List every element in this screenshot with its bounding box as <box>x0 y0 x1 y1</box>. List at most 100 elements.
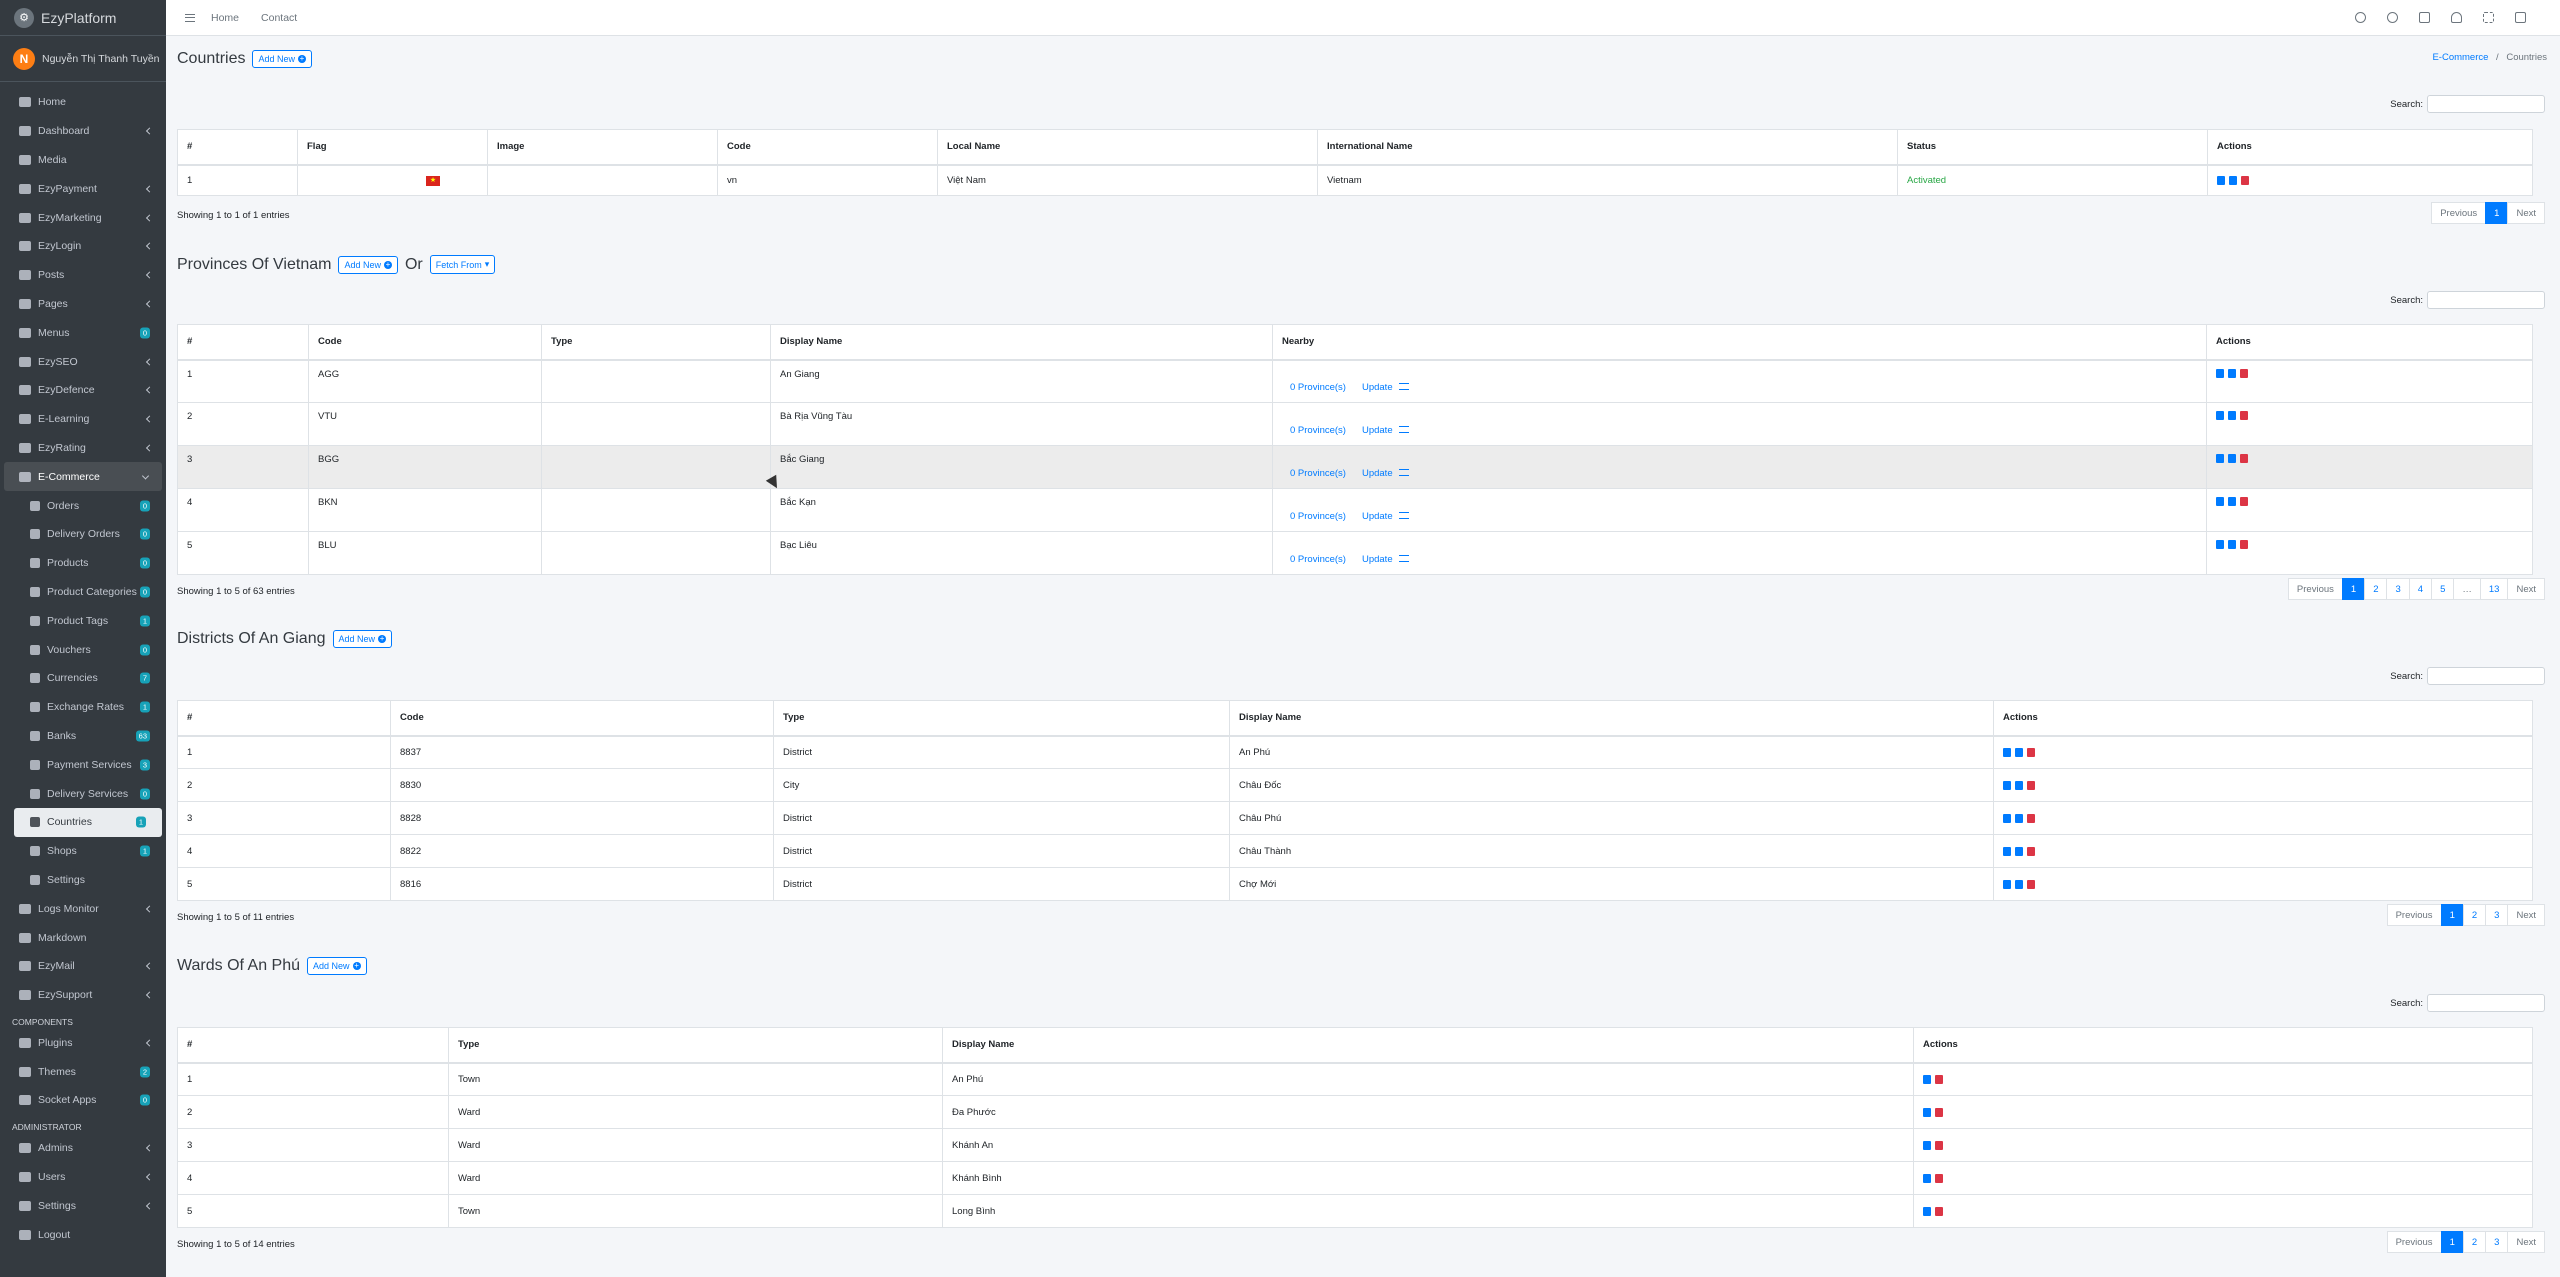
sidebar-item-vouchers[interactable]: Vouchers 0 <box>0 635 166 664</box>
page-next-button[interactable]: Next <box>2507 578 2545 600</box>
sidebar-item-socket-apps[interactable]: Socket Apps 0 <box>0 1086 166 1115</box>
sidebar-item-posts[interactable]: Posts <box>0 261 166 290</box>
brand[interactable]: ⚙ EzyPlatform <box>0 0 166 36</box>
edit-icon[interactable] <box>1923 1074 1931 1084</box>
sidebar-item-product-tags[interactable]: Product Tags 1 <box>0 606 166 635</box>
page-2-button[interactable]: 2 <box>2462 904 2487 926</box>
wards-search-input[interactable] <box>2427 994 2545 1012</box>
globe-icon[interactable] <box>2355 12 2366 23</box>
sidebar-item-exchange-rates[interactable]: Exchange Rates 1 <box>0 693 166 722</box>
pointer-view-icon[interactable] <box>2003 846 2011 856</box>
trash-icon[interactable] <box>1935 1107 1943 1117</box>
page-next-button[interactable]: Next <box>2507 202 2545 224</box>
pointer-view-icon[interactable] <box>2216 411 2224 420</box>
sidebar-item-ezydefence[interactable]: EzyDefence <box>0 376 166 405</box>
table-row[interactable]: 5 BLU Bạc Liêu 0 Province(s) Update <box>177 531 2533 575</box>
trash-icon[interactable] <box>1935 1074 1943 1084</box>
edit-icon[interactable] <box>2228 497 2236 506</box>
edit-icon[interactable] <box>2015 879 2023 889</box>
page-1-button[interactable]: 1 <box>2485 202 2509 224</box>
sidebar-item-logs-monitor[interactable]: Logs Monitor <box>0 894 166 923</box>
trash-icon[interactable] <box>2240 454 2248 463</box>
sidebar-item-admins[interactable]: Admins <box>0 1134 166 1163</box>
sidebar-item-delivery-orders[interactable]: Delivery Orders 0 <box>0 520 166 549</box>
update-nearby-link[interactable]: Update <box>1362 554 1409 565</box>
page-previous-button[interactable]: Previous <box>2386 1231 2442 1253</box>
pointer-view-icon[interactable] <box>2003 813 2011 823</box>
edit-icon[interactable] <box>2015 747 2023 757</box>
districts-search-input[interactable] <box>2427 667 2545 685</box>
trash-icon[interactable] <box>1935 1140 1943 1150</box>
sidebar-item-products[interactable]: Products 0 <box>0 549 166 578</box>
sidebar-item-ezymail[interactable]: EzyMail <box>0 952 166 981</box>
breadcrumb-ecommerce-link[interactable]: E-Commerce <box>2432 52 2488 63</box>
nearby-provinces-link[interactable]: 0 Province(s) <box>1290 554 1346 565</box>
sidebar-item-ezymarketing[interactable]: EzyMarketing <box>0 203 166 232</box>
messages-icon[interactable] <box>2419 12 2430 23</box>
edit-icon[interactable] <box>2015 846 2023 856</box>
sidebar-item-pages[interactable]: Pages <box>0 290 166 319</box>
nearby-provinces-link[interactable]: 0 Province(s) <box>1290 425 1346 436</box>
trash-icon[interactable] <box>2240 368 2248 378</box>
page-2-button[interactable]: 2 <box>2462 1231 2487 1253</box>
page-previous-button[interactable]: Previous <box>2386 904 2442 926</box>
sidebar-item-shops[interactable]: Shops 1 <box>0 837 166 866</box>
sidebar-item-themes[interactable]: Themes 2 <box>0 1057 166 1086</box>
sidebar-item-e-commerce[interactable]: E-Commerce <box>4 462 162 492</box>
sidebar-item-dashboard[interactable]: Dashboard <box>0 117 166 146</box>
user-panel[interactable]: N Nguyễn Thị Thanh Tuyền <box>0 36 166 82</box>
page-1-button[interactable]: 1 <box>2440 904 2464 926</box>
pointer-view-icon[interactable] <box>2003 780 2011 790</box>
provinces-search-input[interactable] <box>2427 291 2545 309</box>
pointer-view-icon[interactable] <box>2216 368 2224 378</box>
sidebar-item-plugins[interactable]: Plugins <box>0 1029 166 1058</box>
update-nearby-link[interactable]: Update <box>1362 468 1409 479</box>
sidebar-item-home[interactable]: Home <box>0 88 166 117</box>
nearby-provinces-link[interactable]: 0 Province(s) <box>1290 468 1346 479</box>
trash-icon[interactable] <box>2240 497 2248 506</box>
pointer-view-icon[interactable] <box>2216 497 2224 506</box>
edit-icon[interactable] <box>2229 175 2237 185</box>
sidebar-item-settings[interactable]: Settings <box>0 1191 166 1220</box>
nearby-provinces-link[interactable]: 0 Province(s) <box>1290 382 1346 393</box>
nav-home-link[interactable]: Home <box>211 12 239 24</box>
page-3-button[interactable]: 3 <box>2485 904 2509 926</box>
sidebar-item-settings[interactable]: Settings <box>0 866 166 895</box>
page-previous-button[interactable]: Previous <box>2287 578 2343 600</box>
edit-icon[interactable] <box>2015 780 2023 790</box>
trash-icon[interactable] <box>2027 813 2035 823</box>
sidebar-item-orders[interactable]: Orders 0 <box>0 491 166 520</box>
sidebar-item-ezypayment[interactable]: EzyPayment <box>0 174 166 203</box>
bell-icon[interactable] <box>2451 12 2462 23</box>
page-previous-button[interactable]: Previous <box>2431 202 2487 224</box>
sidebar-item-ezysupport[interactable]: EzySupport <box>0 981 166 1010</box>
edit-icon[interactable] <box>2015 813 2023 823</box>
nearby-provinces-link[interactable]: 0 Province(s) <box>1290 511 1346 522</box>
sidebar-item-countries[interactable]: Countries 1 <box>14 807 162 837</box>
add-ward-button[interactable]: Add New + <box>307 957 367 975</box>
sidebar-item-logout[interactable]: Logout <box>0 1220 166 1249</box>
pointer-view-icon[interactable] <box>2003 879 2011 889</box>
trash-icon[interactable] <box>2240 411 2248 420</box>
sidebar-item-e-learning[interactable]: E-Learning <box>0 405 166 434</box>
update-nearby-link[interactable]: Update <box>1362 425 1409 436</box>
page-next-button[interactable]: Next <box>2507 904 2545 926</box>
nav-contact-link[interactable]: Contact <box>261 12 297 24</box>
sidebar-item-payment-services[interactable]: Payment Services 3 <box>0 750 166 779</box>
sidebar-item-media[interactable]: Media <box>0 146 166 175</box>
page-1-button[interactable]: 1 <box>2440 1231 2464 1253</box>
edit-icon[interactable] <box>2228 540 2236 549</box>
trash-icon[interactable] <box>2241 175 2249 185</box>
edit-icon[interactable] <box>1923 1107 1931 1117</box>
sidebar-item-currencies[interactable]: Currencies 7 <box>0 664 166 693</box>
pointer-view-icon[interactable] <box>2216 454 2224 463</box>
trash-icon[interactable] <box>2027 780 2035 790</box>
sidebar-item-product-categories[interactable]: Product Categories 0 <box>0 578 166 607</box>
page-2-button[interactable]: 2 <box>2364 578 2388 600</box>
edit-icon[interactable] <box>2228 454 2236 463</box>
trash-icon[interactable] <box>2027 879 2035 889</box>
sidebar-item-banks[interactable]: Banks 63 <box>0 722 166 751</box>
add-country-button[interactable]: Add New + <box>252 50 313 68</box>
add-district-button[interactable]: Add New + <box>332 630 393 648</box>
update-nearby-link[interactable]: Update <box>1362 511 1409 522</box>
